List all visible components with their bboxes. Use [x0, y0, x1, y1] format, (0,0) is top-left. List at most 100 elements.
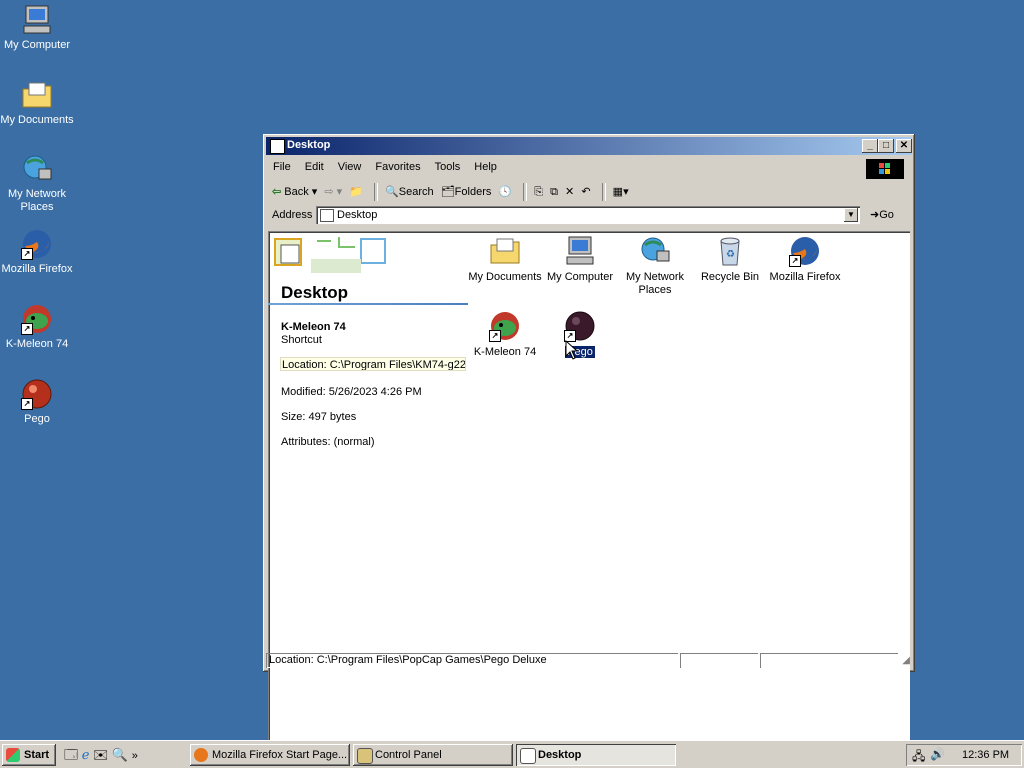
k-meleon-icon: ↗ [21, 303, 53, 335]
status-bar: Location: C:\Program Files\PopCap Games\… [266, 652, 912, 669]
panel-banner [271, 233, 389, 277]
file-item-pego[interactable]: ↗ Pego [541, 310, 619, 359]
taskbar-button-firefox[interactable]: Mozilla Firefox Start Page... [190, 744, 350, 766]
clock[interactable]: 12:36 PM [962, 749, 1009, 761]
menu-favorites[interactable]: Favorites [368, 158, 427, 173]
resize-grip-icon[interactable]: ◢ [902, 655, 910, 666]
folder-window-icon [520, 748, 536, 764]
pego-icon: ↗ [21, 378, 53, 410]
selected-item-size: Size: 497 bytes [281, 411, 357, 423]
menu-help[interactable]: Help [467, 158, 504, 173]
copy-to-button[interactable]: ⧉ [550, 181, 558, 203]
desktop-icon-label: My Documents [0, 114, 74, 126]
desktop-icon-label: Pego [24, 413, 50, 425]
menu-edit[interactable]: Edit [298, 158, 331, 173]
desktop-icon-network-places[interactable]: My Network Places [0, 153, 74, 214]
show-desktop-icon[interactable]: 🗔 [64, 747, 78, 762]
maximize-button[interactable]: □ [878, 139, 894, 153]
network-places-icon [639, 235, 671, 267]
recycle-bin-icon: ♻ [714, 235, 746, 267]
move-to-button[interactable]: ⎘ [534, 181, 543, 203]
desktop-icon-label: K-Meleon 74 [5, 338, 69, 350]
desktop-icon-label: My Computer [3, 39, 71, 51]
go-arrow-icon: ➜ [870, 209, 880, 221]
menu-tools[interactable]: Tools [428, 158, 468, 173]
file-item-network-places[interactable]: My Network Places [616, 235, 694, 297]
volume-tray-icon[interactable]: 🔊 [930, 747, 945, 761]
forward-button[interactable]: ⇨ ▾ [324, 181, 342, 203]
go-button[interactable]: ➜Go [870, 208, 894, 221]
explorer-window[interactable]: Desktop _ □ ✕ File Edit View Favorites Tools… [263, 134, 915, 749]
menu-bar: File Edit View Favorites Tools Help [266, 158, 912, 179]
mouse-cursor-icon [565, 339, 579, 363]
address-dropdown-button[interactable]: ▼ [844, 208, 858, 222]
file-item-firefox[interactable]: ↗ Mozilla Firefox [766, 235, 844, 284]
k-meleon-icon: ↗ [489, 310, 521, 342]
desktop-icon-firefox[interactable]: ↗ Mozilla Firefox [0, 228, 74, 276]
search-button[interactable]: 🔍Search [385, 181, 434, 203]
address-field[interactable]: Desktop ▼ [316, 206, 860, 224]
shortcut-arrow-icon: ↗ [21, 248, 33, 260]
back-arrow-icon: ⇦ [272, 186, 282, 198]
shortcut-arrow-icon: ↗ [21, 398, 33, 410]
desktop-small-icon [320, 209, 334, 222]
up-folder-icon[interactable]: 📁 [349, 181, 363, 203]
toolbar: ⇦ Back ▾ ⇨ ▾ 📁 🔍Search 🗂Folders 🕓 ⎘ ⧉ ✕ … [266, 181, 912, 203]
quick-launch: 🗔 ℯ ✉ 🔍 » [64, 746, 138, 764]
menu-view[interactable]: View [331, 158, 369, 173]
desktop-icon-label: Mozilla Firefox [1, 263, 73, 275]
close-button[interactable]: ✕ [896, 139, 912, 153]
selected-item-attributes: Attributes: (normal) [281, 436, 375, 448]
file-item-recycle-bin[interactable]: ♻ Recycle Bin [691, 235, 769, 284]
shortcut-arrow-icon: ↗ [489, 330, 501, 342]
desktop-icon-my-documents[interactable]: My Documents [0, 79, 74, 127]
history-button[interactable]: 🕓 [498, 181, 512, 203]
delete-button[interactable]: ✕ [565, 181, 574, 203]
pego-icon: ↗ [564, 310, 596, 342]
network-places-icon [21, 153, 53, 185]
title-bar[interactable]: Desktop _ □ ✕ [266, 137, 912, 155]
selected-item-type: Shortcut [281, 334, 322, 346]
selected-item-name: K-Meleon 74 [281, 321, 346, 333]
my-computer-icon [564, 235, 596, 267]
menu-file[interactable]: File [266, 158, 298, 173]
panel-divider [268, 303, 468, 305]
desktop-icon-label: My Network Places [7, 188, 67, 213]
internet-explorer-icon[interactable]: ℯ [82, 747, 90, 762]
search-icon: 🔍 [385, 186, 399, 198]
chevron-right-icon[interactable]: » [132, 750, 138, 762]
desktop-icon-pego[interactable]: ↗ Pego [0, 378, 74, 426]
folder-window-icon [270, 139, 285, 154]
network-tray-icon[interactable]: 🖧 [912, 747, 925, 768]
taskbar: Start 🗔 ℯ ✉ 🔍 » Mozilla Firefox Start Pa… [0, 740, 1024, 768]
file-item-k-meleon[interactable]: ↗ K-Meleon 74 [466, 310, 544, 359]
folder-content[interactable]: Desktop K-Meleon 74 Shortcut Location: C… [268, 231, 910, 749]
file-item-my-documents[interactable]: My Documents [466, 235, 544, 284]
search-quick-icon[interactable]: 🔍 [112, 747, 128, 762]
status-pane-2 [680, 653, 758, 668]
firefox-icon [194, 748, 208, 762]
selected-item-modified: Modified: 5/26/2023 4:26 PM [281, 386, 422, 398]
desktop-icon-k-meleon[interactable]: ↗ K-Meleon 74 [0, 303, 74, 351]
file-item-my-computer[interactable]: My Computer [541, 235, 619, 284]
back-button[interactable]: ⇦ Back ▾ [272, 181, 317, 203]
desktop-icon-my-computer[interactable]: My Computer [0, 4, 74, 52]
toolbar-separator [374, 183, 379, 202]
taskbar-button-control-panel[interactable]: Control Panel [353, 744, 513, 766]
folders-button[interactable]: 🗂Folders [441, 181, 492, 203]
minimize-button[interactable]: _ [862, 139, 878, 153]
taskbar-button-desktop[interactable]: Desktop [516, 744, 676, 766]
info-panel: Desktop K-Meleon 74 Shortcut Location: C… [268, 231, 468, 749]
views-button[interactable]: ▦▾ [613, 181, 629, 203]
outlook-express-icon[interactable]: ✉ [93, 747, 108, 762]
my-documents-icon [21, 79, 53, 111]
toolbar-separator [523, 183, 528, 202]
system-tray: 🖧 🔊 12:36 PM [906, 744, 1022, 766]
address-label: Address [272, 209, 313, 221]
undo-button[interactable]: ↶ [581, 181, 590, 203]
firefox-icon: ↗ [789, 235, 821, 267]
windows-logo-icon [866, 159, 904, 179]
start-button[interactable]: Start [2, 744, 56, 766]
control-panel-icon [357, 748, 373, 764]
address-bar: Address Desktop ▼ ➜Go [266, 205, 912, 227]
